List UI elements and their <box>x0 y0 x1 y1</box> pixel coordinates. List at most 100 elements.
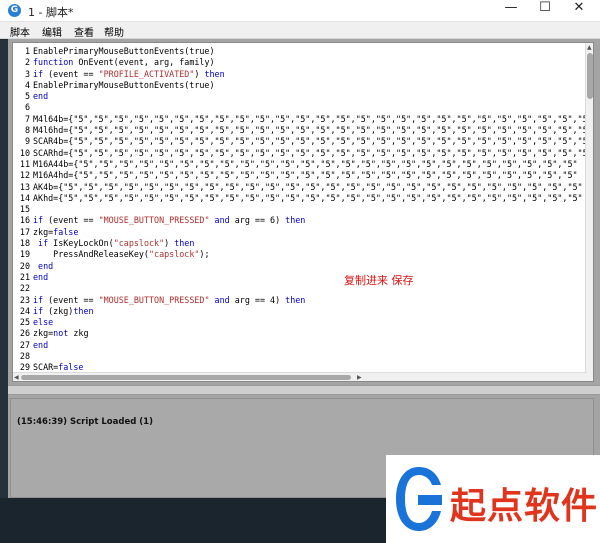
line-number: 18 <box>19 238 30 249</box>
code-editor[interactable]: 1 EnablePrimaryMouseButtonEvents(true) 2 fu… <box>12 42 594 382</box>
code-text: M16A4hd={"5","5","5","5","5","5","5","5"… <box>33 170 578 181</box>
code-line: 1 EnablePrimaryMouseButtonEvents(true) <box>13 46 587 57</box>
line-number: 6 <box>24 102 30 113</box>
keyword-token: not <box>53 328 69 339</box>
code-token: (event == <box>43 294 99 305</box>
code-text: M4l64b={"5","5","5","5","5","5","5","5",… <box>33 114 593 125</box>
line-number: 12 <box>19 170 30 181</box>
vertical-scrollbar[interactable]: ▲ <box>585 43 593 381</box>
menu-help[interactable]: 帮助 <box>104 24 124 39</box>
string-token: "capslock" <box>148 249 200 260</box>
code-line: 4 EnablePrimaryMouseButtonEvents(true) <box>13 80 587 91</box>
menu-view[interactable]: 查看 <box>74 24 94 39</box>
minimize-button[interactable]: — <box>494 0 528 22</box>
keyword-token: false <box>58 362 84 373</box>
line-number: 5 <box>24 91 30 102</box>
menu-bar: 脚本 编辑 查看 帮助 <box>0 22 600 39</box>
string-token: "MOUSE_BUTTON_PRESSED" <box>98 294 210 305</box>
line-number: 17 <box>19 226 30 237</box>
keyword-token: end <box>33 339 49 350</box>
string-token: "capslock" <box>113 238 165 249</box>
code-text: PressAndReleaseKey("capslock"); <box>33 249 210 260</box>
code-token: arg == 4) <box>229 294 286 305</box>
code-line: 18 if IsKeyLockOn("capslock") then <box>13 238 587 249</box>
code-line: 7 M4l64b={"5","5","5","5","5","5","5","5"… <box>13 114 593 125</box>
code-line: 24 if (zkg)then <box>13 306 587 317</box>
code-text: EnablePrimaryMouseButtonEvents(true) <box>33 80 215 91</box>
keyword-token: then <box>285 294 306 305</box>
horizontal-scroll-thumb[interactable] <box>21 375 351 380</box>
code-line: 17 zkg=false <box>13 227 587 238</box>
code-text: AK4b={"5","5","5","5","5","5","5","5","5… <box>33 182 583 193</box>
code-text: end <box>33 272 48 283</box>
scroll-up-arrow-icon[interactable]: ▲ <box>587 44 592 51</box>
menu-script[interactable]: 脚本 <box>10 24 30 39</box>
code-line: 11 M16A44b={"5","5","5","5","5","5","5","… <box>13 159 587 170</box>
keyword-token: if <box>33 294 44 305</box>
line-number: 26 <box>19 328 30 339</box>
code-line: 15 <box>13 204 587 215</box>
code-token: IsKeyLockOn( <box>48 238 114 249</box>
code-text: if (event == "PROFILE_ACTIVATED") then <box>33 69 225 80</box>
line-number: 14 <box>19 192 30 203</box>
code-token: (event == <box>43 215 99 226</box>
code-text: SCARhd={"5","5","5","5","5","5","5","5",… <box>33 148 593 159</box>
code-token: OnEvent(event, arg, family) <box>73 57 215 68</box>
maximize-button[interactable]: ☐ <box>528 0 562 22</box>
horizontal-scrollbar[interactable]: ◀ ▶ <box>13 372 587 381</box>
keyword-token: end <box>33 271 49 282</box>
code-line: 9 SCAR4b={"5","5","5","5","5","5","5","5"… <box>13 136 593 147</box>
code-token: SCARhd={"5","5","5","5","5","5","5","5",… <box>33 147 593 158</box>
line-number: 11 <box>19 158 30 169</box>
code-text: end <box>33 340 48 351</box>
code-line: 13 AK4b={"5","5","5","5","5","5","5","5",… <box>13 182 587 193</box>
code-token: M16A4hd={"5","5","5","5","5","5","5","5"… <box>33 170 578 181</box>
line-number: 28 <box>19 351 30 362</box>
line-number: 22 <box>19 283 30 294</box>
code-text: function OnEvent(event, arg, family) <box>33 57 215 68</box>
code-line: 20 end <box>13 261 587 272</box>
code-line: 6 <box>13 102 587 113</box>
code-line: 21 end <box>13 272 587 283</box>
close-button[interactable]: ✕ <box>562 0 596 22</box>
scroll-left-arrow-icon[interactable]: ◀ <box>14 374 19 381</box>
menu-edit[interactable]: 编辑 <box>42 24 62 39</box>
line-number: 19 <box>19 249 30 260</box>
keyword-token: function <box>33 57 74 68</box>
keyword-token: if <box>33 305 44 316</box>
code-text: EnablePrimaryMouseButtonEvents(true) <box>33 46 215 57</box>
code-text: M4l6hd={"5","5","5","5","5","5","5","5",… <box>33 125 593 136</box>
line-number: 24 <box>19 305 30 316</box>
keyword-token: then <box>204 68 225 79</box>
vertical-scroll-thumb[interactable] <box>587 53 593 99</box>
code-token: SCAR4b={"5","5","5","5","5","5","5","5",… <box>33 136 593 147</box>
code-token: zkg= <box>33 226 54 237</box>
code-line: 22 <box>13 283 587 294</box>
code-token: PressAndReleaseKey( <box>33 249 149 260</box>
panel-splitter[interactable] <box>8 385 600 395</box>
code-line: 2 function OnEvent(event, arg, family) <box>13 57 587 68</box>
line-number: 10 <box>19 147 30 158</box>
scroll-right-arrow-icon[interactable]: ▶ <box>357 374 362 381</box>
code-text: if (event == "MOUSE_BUTTON_PRESSED" and … <box>33 215 305 226</box>
line-number: 21 <box>19 271 30 282</box>
code-token: M4l64b={"5","5","5","5","5","5","5","5",… <box>33 113 593 124</box>
line-number: 16 <box>19 215 30 226</box>
code-text: M16A44b={"5","5","5","5","5","5","5","5"… <box>33 159 578 170</box>
code-token: ); <box>199 249 210 260</box>
line-number: 23 <box>19 294 30 305</box>
keyword-token: then <box>174 238 195 249</box>
keyword-token: end <box>38 260 54 271</box>
keyword-token: if <box>38 238 49 249</box>
line-number: 25 <box>19 317 30 328</box>
code-line: 28 <box>13 351 587 362</box>
code-text: else <box>33 317 53 328</box>
code-text: end <box>33 261 53 272</box>
line-number: 1 <box>24 46 30 56</box>
code-text: AKhd={"5","5","5","5","5","5","5","5","5… <box>33 193 583 204</box>
line-number: 15 <box>19 204 30 215</box>
code-text: SCAR4b={"5","5","5","5","5","5","5","5",… <box>33 136 593 147</box>
keyword-token: then <box>285 215 306 226</box>
code-line: 27 end <box>13 340 587 351</box>
title-bar: G 1 - 脚本* — ☐ ✕ <box>0 0 600 22</box>
